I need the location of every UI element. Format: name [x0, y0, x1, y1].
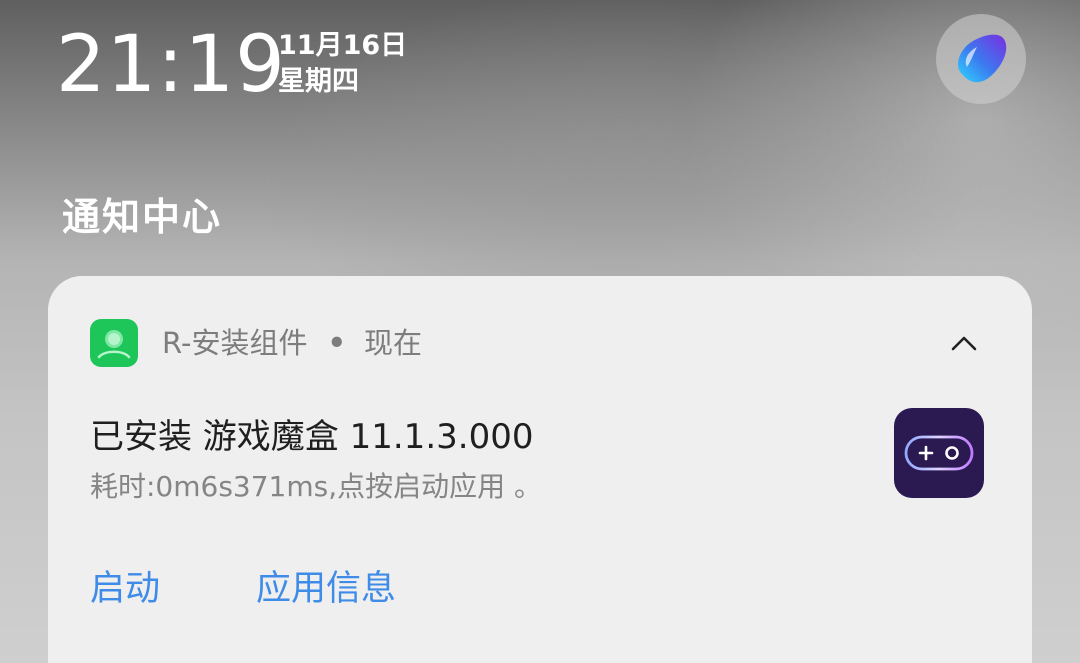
header-separator: • [327, 326, 346, 360]
game-box-icon [894, 408, 984, 498]
date-block[interactable]: 11月16日 星期四 [278, 28, 407, 100]
notification-timestamp: 现在 [364, 326, 423, 360]
status-area: 21:19 11月16日 星期四 [0, 0, 1080, 120]
date: 11月16日 [278, 30, 408, 61]
assistant-button[interactable] [936, 14, 1026, 104]
launch-button[interactable]: 启动 [90, 566, 160, 612]
notification-card[interactable]: R-安装组件 • 现在 已安装 游戏魔盒 11.1.3.000 耗时:0m6s371… [48, 276, 1032, 663]
collapse-button[interactable] [944, 326, 984, 360]
weekday: 星期四 [278, 66, 359, 97]
notification-body: 耗时:0m6s371ms,点按启动应用 。 [90, 470, 543, 503]
app-info-button[interactable]: 应用信息 [256, 566, 396, 612]
notification-center-title: 通知中心 [62, 195, 223, 239]
chevron-up-icon [951, 336, 977, 351]
assistant-orb-icon [958, 34, 1007, 83]
notification-header: R-安装组件 • 现在 [162, 324, 422, 362]
installer-icon [90, 319, 138, 367]
clock[interactable]: 21:19 [56, 18, 286, 112]
app-name: R-安装组件 [162, 326, 308, 360]
notification-title: 已安装 游戏魔盒 11.1.3.000 [90, 417, 534, 457]
